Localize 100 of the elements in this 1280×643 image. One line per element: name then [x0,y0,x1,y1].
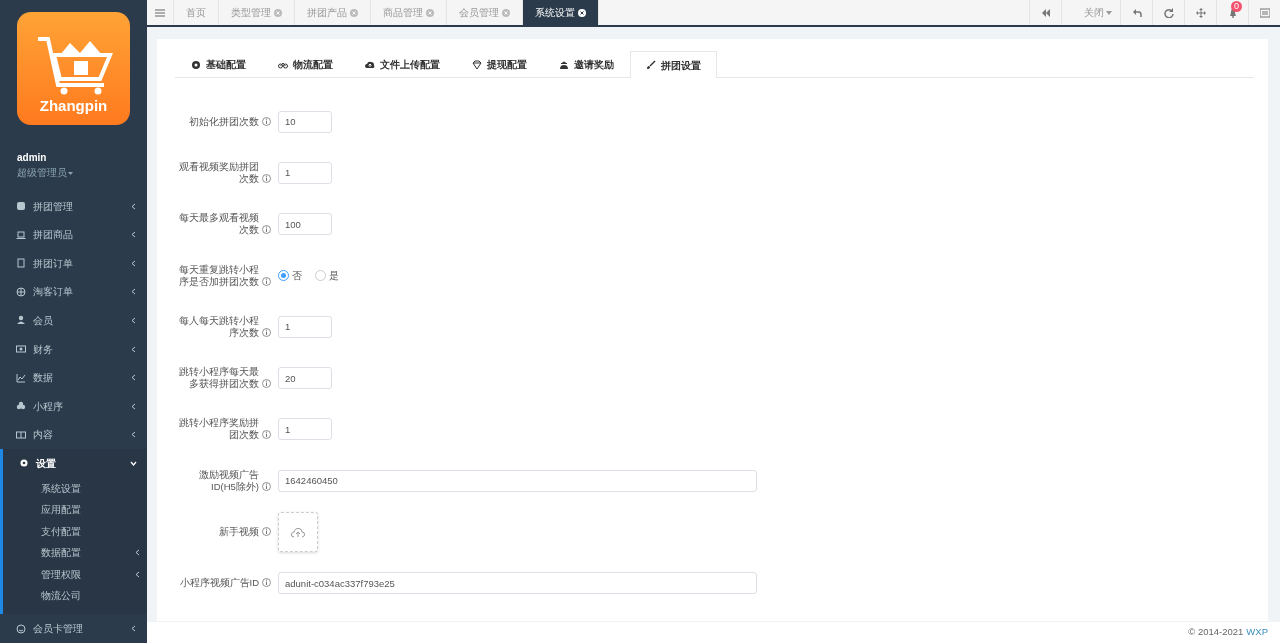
info-icon [262,379,271,389]
undo-icon [1131,7,1142,18]
refresh-icon [1163,7,1174,18]
settings-tab[interactable]: 邀请奖励 [543,51,630,77]
field-label: 新手视频 [219,526,259,538]
upload-button[interactable] [278,512,318,552]
user-role-dropdown[interactable]: 超级管理员 [17,167,74,178]
page-tab[interactable]: 系统设置 [523,0,599,25]
radio-option[interactable]: 否 [278,268,308,284]
settings-tab[interactable]: 拼团设置 [630,51,717,78]
submenu-item[interactable]: 数据配置 [3,541,147,564]
settings-tab[interactable]: 基础配置 [175,51,262,77]
move-icon [1195,7,1206,18]
chevron-left-icon [130,431,137,439]
close-icon [426,8,434,17]
field-label: 激励视频广告ID(H5除外) [198,468,259,493]
submenu-item[interactable]: 应用配置 [3,498,147,521]
menu-icon [155,8,165,17]
sidebar-item[interactable]: 内容 [0,420,147,449]
chevron-left-icon [130,374,137,382]
diamond-icon [472,59,482,70]
field-label: 每天最多观看视频次数 [178,212,259,237]
chevron-left-icon [134,549,141,557]
field-label: 跳转小程序每天最多获得拼团次数 [178,366,259,391]
field-label: 每人每天跳转小程序次数 [178,314,259,339]
logo-text: Zhangpin [39,95,108,116]
smile-icon [16,623,26,634]
list-icon [1259,7,1270,18]
sidebar-item[interactable]: 拼团订单 [0,249,147,278]
close-icon [502,8,510,17]
chevron-left-icon [130,202,137,210]
info-icon [262,173,271,183]
input-field[interactable]: 1 [278,161,332,184]
caret-icon [1106,10,1112,15]
settings-tab[interactable]: 文件上传配置 [349,51,456,77]
brush-icon [646,60,656,70]
input-field[interactable]: 1 [278,418,332,441]
chevron-down-icon [130,459,137,467]
sidebar-item[interactable]: 淘客订单 [0,277,147,307]
chevron-left-icon [130,231,137,239]
money-icon [16,344,26,354]
chevron-left-icon [130,316,137,324]
sidebar-item[interactable]: 拼团商品 [0,220,147,250]
sidebar-item[interactable]: 财务 [0,334,147,364]
cubes-icon [16,401,26,412]
submenu-item[interactable]: 物流公司 [3,584,147,607]
chevron-left-icon [130,288,137,296]
field-label: 跳转小程序奖励拼团次数 [178,417,259,442]
input-field[interactable]: 100 [278,213,332,236]
notification-badge: 0 [1231,1,1242,12]
user-name: admin [16,151,48,165]
submenu-item[interactable]: 支付配置 [3,520,147,542]
globe-icon [16,286,26,297]
radio-option[interactable]: 是 [315,268,345,284]
field-label: 初始化拼团次数 [189,115,259,128]
submenu-item[interactable]: 系统设置 [3,477,147,499]
line-chart-icon [16,372,26,383]
field-label: 每天重复跳转小程序是否加拼团次数 [178,263,259,288]
input-field[interactable]: 1 [278,315,332,338]
caret-icon [67,170,74,176]
document-icon [16,258,26,269]
sidebar-item[interactable]: 数据 [0,363,147,392]
info-icon [262,225,271,235]
field-label: 观看视频奖励拼团次数 [178,160,259,185]
sidebar-item[interactable]: 拼团管理 [0,192,147,221]
cloud-upload-icon [365,59,375,70]
user-icon [16,315,26,326]
footer-link[interactable]: WXP [1246,625,1268,640]
copyright-text: © 2014-2021 [1188,625,1244,640]
sidebar-item[interactable]: 会员卡管理 [0,614,147,643]
chevron-left-icon [130,259,137,267]
book-icon [16,429,26,440]
submenu-item[interactable]: 管理权限 [3,563,147,585]
info-icon [262,578,271,588]
info-icon [262,481,271,491]
sidebar-item[interactable]: 设置 [0,448,147,478]
info-icon [262,527,271,536]
input-field[interactable]: 1642460450 [278,469,757,492]
chevron-left-icon [130,625,137,633]
settings-tab[interactable]: 提现配置 [456,51,543,77]
close-icon [350,8,358,17]
settings-tab[interactable]: 物流配置 [262,51,349,77]
cloud-upload-icon [291,526,305,538]
info-icon [262,430,271,440]
chevron-left-icon [134,570,141,578]
input-field[interactable]: 10 [278,110,332,133]
input-field[interactable]: 20 [278,367,332,390]
chevron-left-icon [130,345,137,353]
chevron-left-icon [130,402,137,410]
input-field[interactable]: adunit-c034ac337f793e25 [278,572,757,595]
info-icon [262,116,271,126]
sidebar-item[interactable]: 会员 [0,306,147,335]
sidebar-item[interactable]: 小程序 [0,391,147,421]
close-icon [578,8,586,17]
laptop-icon [16,229,26,240]
double-left-arrow-icon [1040,7,1051,18]
close-icon [274,8,282,17]
info-icon [262,276,271,286]
info-icon [262,327,271,337]
field-label: 小程序视频广告ID [179,577,259,590]
